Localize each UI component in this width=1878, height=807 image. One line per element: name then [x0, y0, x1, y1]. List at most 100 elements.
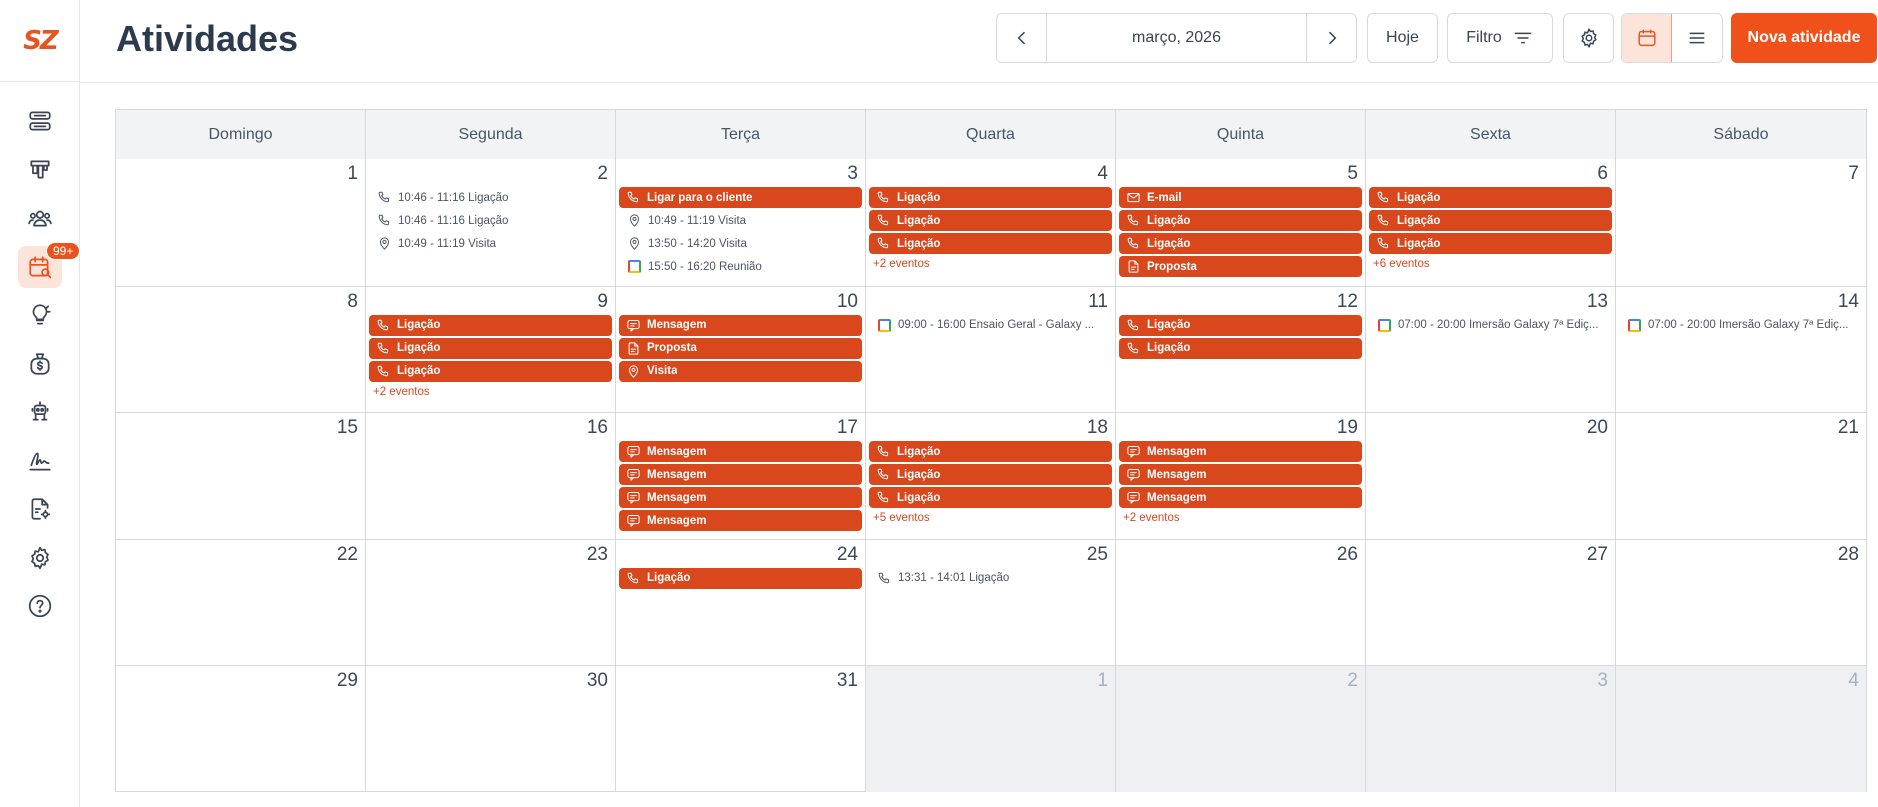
day-cell[interactable]: 31: [616, 666, 866, 792]
day-cell[interactable]: 28: [1616, 540, 1866, 666]
day-cell[interactable]: 8: [116, 286, 366, 413]
more-events-link[interactable]: +2 eventos: [1119, 510, 1362, 526]
calendar-event[interactable]: 10:46 - 11:16 Ligação: [369, 187, 612, 208]
day-cell[interactable]: 24 Ligação: [616, 539, 866, 666]
calendar-event[interactable]: E-mail: [1119, 187, 1362, 208]
calendar-event[interactable]: Ligação: [1369, 187, 1612, 208]
calendar-event[interactable]: 10:49 - 11:19 Visita: [369, 233, 612, 254]
calendar-event[interactable]: Mensagem: [1119, 487, 1362, 509]
new-activity-button[interactable]: Nova atividade: [1731, 13, 1877, 63]
day-cell[interactable]: 16: [366, 413, 616, 539]
calendar-event[interactable]: Ligação: [369, 337, 612, 359]
day-cell[interactable]: 4 Ligação Ligação Ligação +2 eventos: [866, 159, 1116, 286]
calendar-event[interactable]: Ligação: [1369, 233, 1612, 254]
sidebar-item-contacts[interactable]: [18, 197, 62, 239]
day-cell[interactable]: 22: [116, 539, 366, 666]
day-cell[interactable]: 19 Mensagem Mensagem Mensagem +2 eventos: [1116, 413, 1366, 539]
sidebar-item-help[interactable]: [18, 585, 62, 627]
calendar-event[interactable]: Mensagem: [619, 487, 862, 509]
day-cell[interactable]: 15: [116, 413, 366, 539]
day-cell[interactable]: 3: [1366, 666, 1616, 792]
calendar-event[interactable]: 13:50 - 14:20 Visita: [619, 233, 862, 254]
calendar-event[interactable]: Proposta: [1119, 256, 1362, 277]
day-cell[interactable]: 17 Mensagem Mensagem Mensagem Mensagem: [616, 413, 866, 539]
calendar-event[interactable]: Ligação: [869, 464, 1112, 486]
calendar-event[interactable]: Ligação: [869, 187, 1112, 208]
calendar-event[interactable]: Mensagem: [619, 441, 862, 463]
day-cell[interactable]: 10 Mensagem Proposta Visita: [616, 286, 866, 413]
day-cell[interactable]: 11 09:00 - 16:00 Ensaio Geral - Galaxy ..…: [866, 286, 1116, 413]
day-cell[interactable]: 2 10:46 - 11:16 Ligação 10:46 - 11:16 Liga…: [366, 159, 616, 286]
current-month-label[interactable]: março, 2026: [1047, 29, 1306, 47]
previous-month-button[interactable]: [997, 14, 1047, 62]
calendar-event[interactable]: Ligar para o cliente: [619, 187, 862, 208]
calendar-event[interactable]: Mensagem: [619, 510, 862, 532]
day-cell[interactable]: 1: [866, 666, 1116, 792]
calendar-event[interactable]: Proposta: [619, 337, 862, 359]
calendar-event[interactable]: Ligação: [869, 210, 1112, 231]
calendar-event[interactable]: Mensagem: [619, 464, 862, 486]
sidebar-item-pipeline[interactable]: [18, 149, 62, 191]
calendar-event[interactable]: Ligação: [1369, 210, 1612, 231]
filter-button[interactable]: Filtro: [1447, 13, 1553, 63]
day-cell[interactable]: 21: [1616, 413, 1866, 539]
day-cell[interactable]: 30: [366, 666, 616, 792]
calendar-event[interactable]: Ligação: [1119, 210, 1362, 231]
sidebar-item-money-bag[interactable]: [18, 343, 62, 385]
calendar-event[interactable]: 09:00 - 16:00 Ensaio Geral - Galaxy ...: [869, 315, 1112, 336]
day-cell[interactable]: 26: [1116, 539, 1366, 666]
calendar-event[interactable]: Ligação: [1119, 337, 1362, 359]
day-cell[interactable]: 14 07:00 - 20:00 Imersão Galaxy 7ª Ediç..…: [1616, 287, 1866, 413]
day-cell[interactable]: 1: [116, 159, 366, 286]
calendar-event[interactable]: Ligação: [869, 487, 1112, 509]
sidebar-item-settings[interactable]: [18, 537, 62, 579]
calendar-event[interactable]: Ligação: [869, 233, 1112, 254]
day-cell[interactable]: 2: [1116, 666, 1366, 792]
calendar-event[interactable]: 15:50 - 16:20 Reunião: [619, 256, 862, 277]
day-cell[interactable]: 12 Ligação Ligação: [1116, 286, 1366, 413]
calendar-event[interactable]: Mensagem: [619, 314, 862, 336]
day-cell[interactable]: 4: [1616, 666, 1866, 792]
sidebar-item-signature[interactable]: [18, 440, 62, 482]
day-cell[interactable]: 5 E-mail Ligação Ligação Proposta: [1116, 159, 1366, 286]
sidebar-item-robot[interactable]: [18, 391, 62, 433]
day-cell[interactable]: 6 Ligação Ligação Ligação +6 eventos: [1366, 159, 1616, 286]
more-events-link[interactable]: +2 eventos: [869, 256, 1112, 272]
calendar-settings-button[interactable]: [1563, 13, 1614, 63]
more-events-link[interactable]: +5 eventos: [869, 510, 1112, 526]
sidebar-item-document-settings[interactable]: [18, 488, 62, 530]
calendar-event[interactable]: Ligação: [869, 441, 1112, 463]
calendar-event[interactable]: Ligação: [1119, 233, 1362, 254]
calendar-event[interactable]: Mensagem: [1119, 441, 1362, 463]
calendar-event[interactable]: 10:49 - 11:19 Visita: [619, 210, 862, 231]
more-events-link[interactable]: +6 eventos: [1369, 256, 1612, 272]
day-cell[interactable]: 9 Ligação Ligação Ligação +2 eventos: [366, 286, 616, 413]
day-cell[interactable]: 25 13:31 - 14:01 Ligação: [866, 539, 1116, 666]
list-view-button[interactable]: [1672, 14, 1722, 62]
calendar-event[interactable]: Ligação: [369, 314, 612, 336]
day-cell[interactable]: 27: [1366, 539, 1616, 666]
calendar-event[interactable]: 07:00 - 20:00 Imersão Galaxy 7ª Ediç...: [1369, 315, 1612, 336]
day-cell[interactable]: 20: [1366, 413, 1616, 539]
day-cell[interactable]: 18 Ligação Ligação Ligação +5 eventos: [866, 413, 1116, 539]
day-cell[interactable]: 3 Ligar para o cliente 10:49 - 11:19 Visit…: [616, 159, 866, 286]
calendar-event[interactable]: Ligação: [369, 360, 612, 382]
sidebar-item-activities[interactable]: 99+: [18, 241, 81, 288]
calendar-event[interactable]: Mensagem: [1119, 464, 1362, 486]
calendar-view-button[interactable]: [1622, 14, 1672, 62]
calendar-event[interactable]: 10:46 - 11:16 Ligação: [369, 210, 612, 231]
day-cell[interactable]: 29: [116, 666, 366, 792]
calendar-event[interactable]: Ligação: [1119, 314, 1362, 336]
app-logo[interactable]: SZ: [0, 0, 80, 82]
today-button[interactable]: Hoje: [1367, 13, 1438, 63]
calendar-event[interactable]: 07:00 - 20:00 Imersão Galaxy 7ª Ediç...: [1619, 315, 1863, 336]
day-cell[interactable]: 23: [366, 539, 616, 666]
next-month-button[interactable]: [1306, 14, 1356, 62]
sidebar-item-ideas[interactable]: [18, 294, 62, 336]
calendar-event[interactable]: 13:31 - 14:01 Ligação: [869, 568, 1112, 589]
day-cell[interactable]: 13 07:00 - 20:00 Imersão Galaxy 7ª Ediç..…: [1366, 286, 1616, 413]
sidebar-item-servers[interactable]: [18, 100, 62, 142]
more-events-link[interactable]: +2 eventos: [369, 384, 612, 400]
calendar-event[interactable]: Visita: [619, 360, 862, 382]
calendar-event[interactable]: Ligação: [619, 567, 862, 589]
